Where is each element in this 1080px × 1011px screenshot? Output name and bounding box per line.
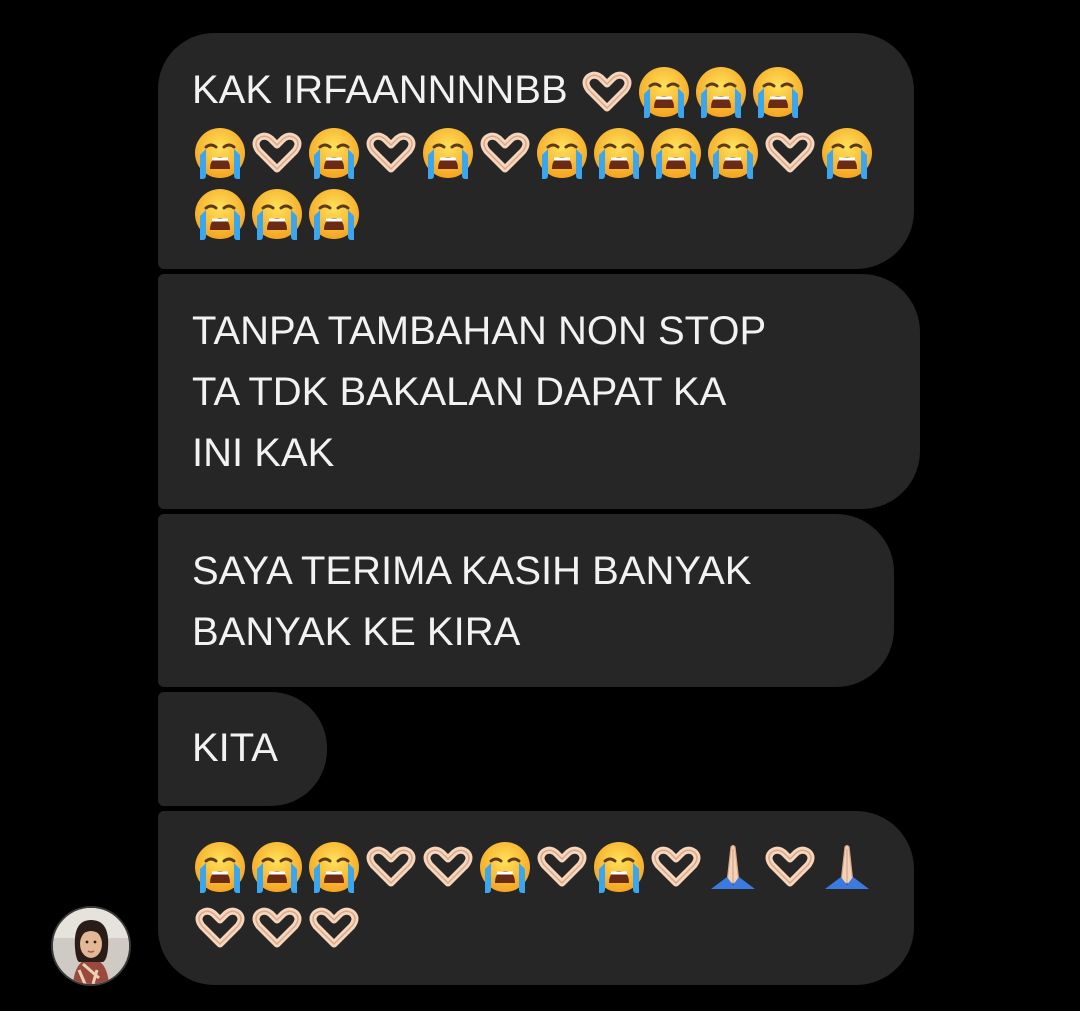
hand-heart-emoji-icon <box>579 64 635 120</box>
hand-heart-emoji-icon <box>648 839 704 895</box>
message-text: SAYA TERIMA KASIH BANYAK <box>192 549 752 593</box>
crying-emoji-icon <box>591 839 647 895</box>
hand-heart-emoji-icon <box>477 125 533 181</box>
crying-emoji-icon <box>591 125 647 181</box>
message-text: KITA <box>192 726 278 770</box>
message-line <box>192 835 880 896</box>
crying-emoji-icon <box>306 125 362 181</box>
crying-emoji-icon <box>192 186 248 242</box>
crying-emoji-icon <box>192 839 248 895</box>
message-text: TANPA TAMBAHAN NON STOP <box>192 309 767 353</box>
folded-hands-emoji-icon <box>819 839 875 895</box>
message-bubble[interactable] <box>158 811 914 985</box>
hand-heart-emoji-icon <box>306 900 362 956</box>
avatar[interactable] <box>51 906 131 986</box>
message-line <box>192 896 880 957</box>
crying-emoji-icon <box>249 186 305 242</box>
hand-heart-emoji-icon <box>762 839 818 895</box>
message-text: BANYAK KE KIRA <box>192 610 521 654</box>
crying-emoji-icon <box>420 125 476 181</box>
message-bubble[interactable]: KITA <box>158 692 327 806</box>
message-text: INI KAK <box>192 431 335 475</box>
crying-emoji-icon <box>306 839 362 895</box>
crying-emoji-icon <box>750 64 806 120</box>
crying-emoji-icon <box>534 125 590 181</box>
message-text: KAK IRFAANNNNBB <box>192 68 579 112</box>
crying-emoji-icon <box>648 125 704 181</box>
avatar-photo-icon <box>53 908 129 984</box>
hand-heart-emoji-icon <box>420 839 476 895</box>
message-line <box>192 121 880 182</box>
hand-heart-emoji-icon <box>762 125 818 181</box>
crying-emoji-icon <box>477 839 533 895</box>
folded-hands-emoji-icon <box>705 839 761 895</box>
message-bubble[interactable]: SAYA TERIMA KASIH BANYAK BANYAK KE KIRA <box>158 514 894 687</box>
crying-emoji-icon <box>306 186 362 242</box>
message-text: TA TDK BAKALAN DAPAT KA <box>192 370 727 414</box>
hand-heart-emoji-icon <box>363 125 419 181</box>
message-bubble[interactable]: KAK IRFAANNNNBB <box>158 33 914 269</box>
crying-emoji-icon <box>693 64 749 120</box>
crying-emoji-icon <box>192 125 248 181</box>
crying-emoji-icon <box>705 125 761 181</box>
crying-emoji-icon <box>636 64 692 120</box>
hand-heart-emoji-icon <box>249 900 305 956</box>
hand-heart-emoji-icon <box>363 839 419 895</box>
hand-heart-emoji-icon <box>534 839 590 895</box>
message-line: KAK IRFAANNNNBB <box>192 60 880 121</box>
hand-heart-emoji-icon <box>192 900 248 956</box>
message-bubble[interactable]: TANPA TAMBAHAN NON STOP TA TDK BAKALAN D… <box>158 274 920 509</box>
hand-heart-emoji-icon <box>249 125 305 181</box>
crying-emoji-icon <box>249 839 305 895</box>
message-line <box>192 182 880 243</box>
crying-emoji-icon <box>819 125 875 181</box>
